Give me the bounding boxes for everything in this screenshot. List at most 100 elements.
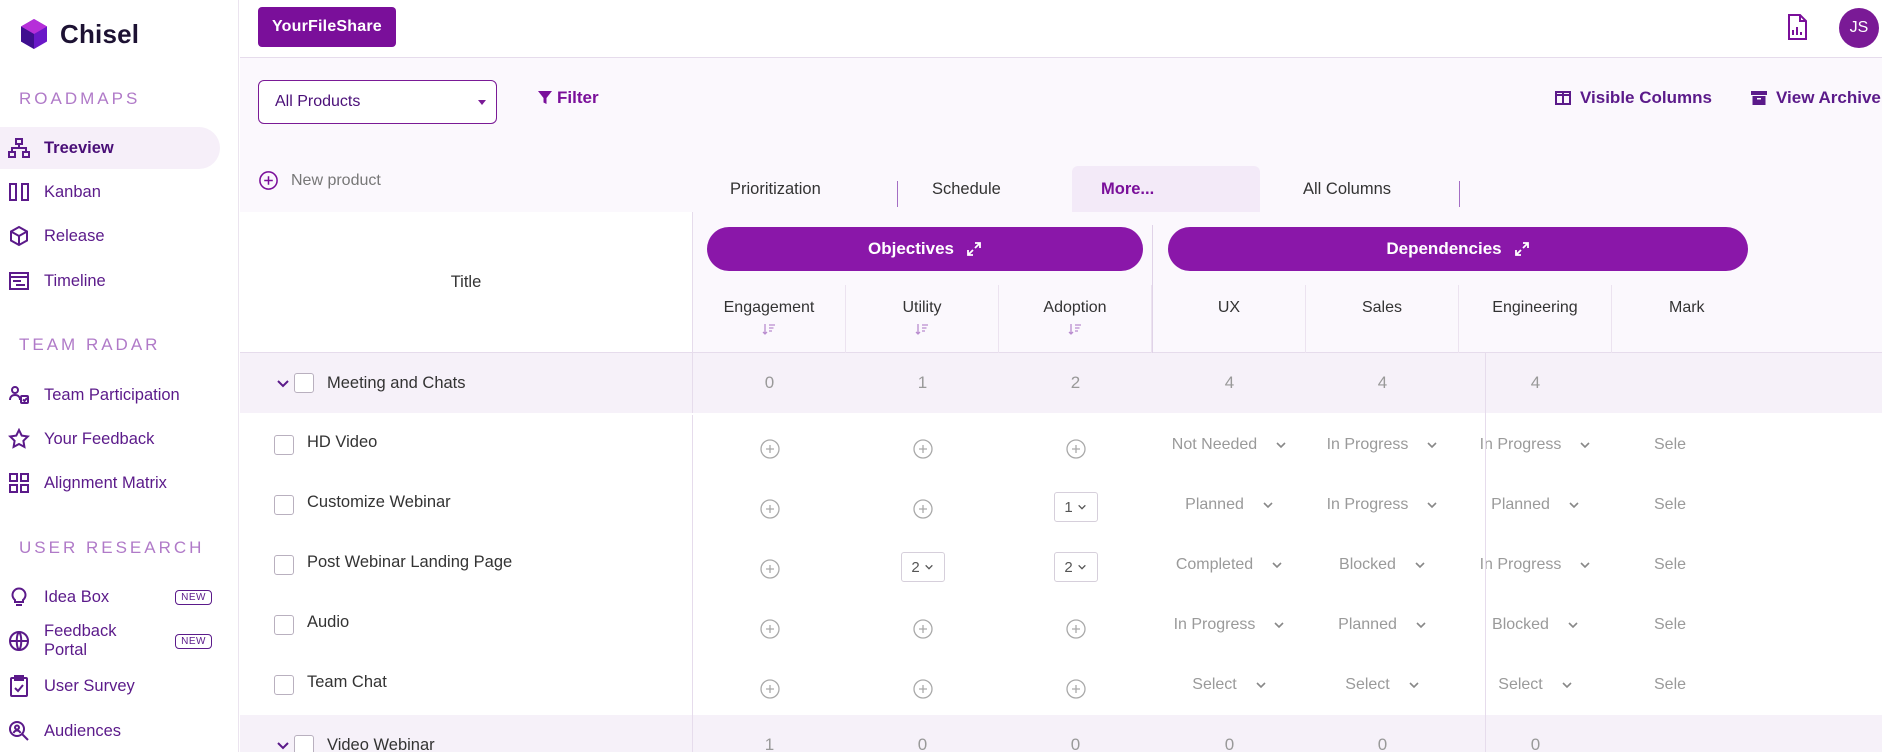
objective-cell[interactable]: [846, 475, 999, 535]
dependency-select[interactable]: In Progress: [1306, 415, 1459, 475]
sort-icon[interactable]: [762, 323, 776, 335]
column-header-engineering[interactable]: Engineering: [1459, 285, 1612, 353]
column-header-engagement[interactable]: Engagement: [693, 285, 846, 353]
column-header-utility[interactable]: Utility: [846, 285, 999, 353]
sidebar-item-your-feedback[interactable]: Your Feedback: [0, 418, 220, 460]
sidebar-item-timeline[interactable]: Timeline: [0, 260, 220, 302]
dependency-select[interactable]: Planned: [1153, 475, 1306, 535]
chevron-down-icon[interactable]: [275, 737, 291, 752]
score-select[interactable]: 2: [900, 552, 945, 582]
title-column-header[interactable]: Title: [240, 212, 693, 353]
group-objectives[interactable]: Objectives: [707, 227, 1143, 271]
dependency-select[interactable]: Sele: [1612, 415, 1692, 475]
group-dependencies[interactable]: Dependencies: [1168, 227, 1748, 271]
tab-all-columns[interactable]: All Columns: [1260, 166, 1459, 212]
filter-button[interactable]: Filter: [537, 88, 599, 108]
dependency-select[interactable]: In Progress: [1459, 535, 1612, 595]
objective-cell[interactable]: 2: [846, 535, 999, 595]
user-avatar[interactable]: JS: [1839, 8, 1879, 48]
row-checkbox[interactable]: [274, 675, 294, 695]
expand-icon[interactable]: [966, 241, 982, 257]
objective-cell[interactable]: [846, 655, 999, 715]
project-switcher-button[interactable]: YourFileShare: [258, 7, 396, 47]
row-checkbox[interactable]: [294, 735, 314, 752]
dependency-select[interactable]: Sele: [1612, 475, 1692, 535]
sidebar-item-kanban[interactable]: Kanban: [0, 171, 220, 213]
dependency-select[interactable]: Planned: [1459, 475, 1612, 535]
objective-cell[interactable]: [693, 415, 846, 475]
dependency-select[interactable]: Sele: [1612, 655, 1692, 715]
dependency-select[interactable]: In Progress: [1459, 415, 1612, 475]
add-circle-icon[interactable]: [1065, 438, 1087, 460]
dependency-select[interactable]: Not Needed: [1153, 415, 1306, 475]
dependency-select[interactable]: Planned: [1306, 595, 1459, 655]
dependency-select[interactable]: Select: [1306, 655, 1459, 715]
dependency-select[interactable]: Blocked: [1459, 595, 1612, 655]
dependency-select[interactable]: In Progress: [1306, 475, 1459, 535]
add-circle-icon[interactable]: [759, 558, 781, 580]
column-header-marketing[interactable]: Mark: [1612, 285, 1765, 353]
sidebar-item-treeview[interactable]: Treeview: [0, 127, 220, 169]
row-checkbox[interactable]: [294, 373, 314, 393]
add-circle-icon[interactable]: [912, 438, 934, 460]
add-circle-icon[interactable]: [912, 678, 934, 700]
tab-schedule[interactable]: Schedule: [898, 166, 1072, 212]
objective-cell[interactable]: 2: [999, 535, 1152, 595]
chevron-down-icon[interactable]: [275, 375, 291, 391]
score-select[interactable]: 1: [1053, 492, 1098, 522]
tab-label: More...: [1101, 179, 1155, 198]
dependency-select[interactable]: Select: [1153, 655, 1306, 715]
sidebar-item-release[interactable]: Release: [0, 215, 220, 257]
row-checkbox[interactable]: [274, 615, 294, 635]
sidebar-item-team-participation[interactable]: Team Participation: [0, 374, 220, 416]
objective-cell[interactable]: [846, 415, 999, 475]
report-document-icon[interactable]: [1782, 12, 1812, 42]
column-header-adoption[interactable]: Adoption: [999, 285, 1152, 353]
objective-cell[interactable]: [999, 655, 1152, 715]
tab-more[interactable]: More...: [1072, 166, 1260, 212]
view-archive-button[interactable]: View Archive: [1750, 88, 1881, 108]
objective-cell[interactable]: [693, 535, 846, 595]
dependency-select[interactable]: Blocked: [1306, 535, 1459, 595]
score-select[interactable]: 2: [1053, 552, 1098, 582]
product-select[interactable]: All Products: [258, 80, 497, 124]
row-checkbox[interactable]: [274, 435, 294, 455]
column-header-sales[interactable]: Sales: [1306, 285, 1459, 353]
add-circle-icon[interactable]: [759, 618, 781, 640]
row-checkbox[interactable]: [274, 555, 294, 575]
objective-cell[interactable]: [693, 595, 846, 655]
sidebar-item-user-survey[interactable]: User Survey: [0, 665, 220, 707]
add-circle-icon[interactable]: [759, 678, 781, 700]
dependency-select[interactable]: Sele: [1612, 535, 1692, 595]
add-circle-icon[interactable]: [759, 498, 781, 520]
objective-cell[interactable]: 1: [999, 475, 1152, 535]
objective-cell[interactable]: [693, 655, 846, 715]
dependency-select[interactable]: Completed: [1153, 535, 1306, 595]
visible-columns-button[interactable]: Visible Columns: [1554, 88, 1712, 108]
tab-prioritization[interactable]: Prioritization: [693, 166, 897, 212]
status-value: Blocked: [1492, 616, 1549, 633]
add-circle-icon[interactable]: [759, 438, 781, 460]
dependency-select[interactable]: In Progress: [1153, 595, 1306, 655]
row-checkbox[interactable]: [274, 495, 294, 515]
objective-cell[interactable]: [999, 595, 1152, 655]
expand-icon[interactable]: [1514, 241, 1530, 257]
sidebar-item-alignment-matrix[interactable]: Alignment Matrix: [0, 462, 220, 504]
new-product-button[interactable]: New product: [258, 170, 381, 191]
column-header-ux[interactable]: UX: [1153, 285, 1306, 353]
sort-icon[interactable]: [915, 323, 929, 335]
logo[interactable]: Chisel: [18, 18, 139, 50]
add-circle-icon[interactable]: [912, 498, 934, 520]
objective-cell[interactable]: [999, 415, 1152, 475]
dependency-select[interactable]: Select: [1459, 655, 1612, 715]
dependency-select[interactable]: Sele: [1612, 595, 1692, 655]
sidebar-item-audiences[interactable]: Audiences: [0, 710, 220, 752]
sort-icon[interactable]: [1068, 323, 1082, 335]
objective-cell[interactable]: [846, 595, 999, 655]
sidebar-item-idea-box[interactable]: Idea Box NEW: [0, 576, 220, 618]
add-circle-icon[interactable]: [1065, 678, 1087, 700]
add-circle-icon[interactable]: [1065, 618, 1087, 640]
objective-cell[interactable]: [693, 475, 846, 535]
add-circle-icon[interactable]: [912, 618, 934, 640]
sidebar-item-feedback-portal[interactable]: Feedback Portal NEW: [0, 620, 220, 662]
